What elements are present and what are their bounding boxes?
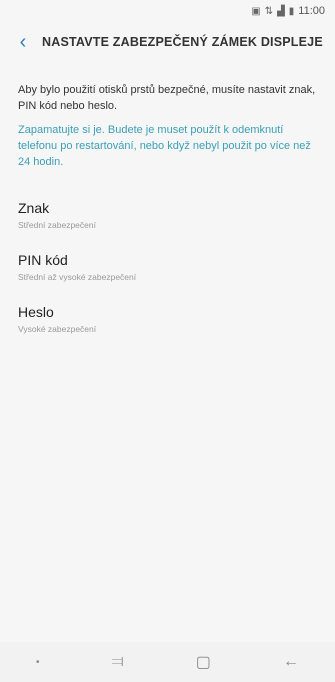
option-subtitle: Vysoké zabezpečení — [18, 324, 97, 334]
navigation-bar: • ⫤ ▢ ← — [0, 642, 335, 682]
battery-icon: ▮ — [288, 5, 295, 17]
signal-icon: ▟ — [277, 5, 285, 17]
network-icon: ⇅ — [264, 5, 274, 17]
option-heslo[interactable]: Heslo Vysoké zabezpečení — [18, 294, 317, 346]
status-time: 11:00 — [298, 5, 325, 17]
page-header: ‹ NASTAVTE ZABEZPEČENÝ ZÁMEK DISPLEJE — [0, 22, 335, 62]
status-bar: ▣ ⇅ ▟ ▮ 11:00 — [0, 0, 335, 22]
note-text: Zapamatujte si je. Budete je muset použí… — [18, 124, 311, 168]
dot-icon: • — [36, 656, 40, 668]
option-title: Heslo — [18, 304, 54, 320]
description-text: Aby bylo použití otisků prstů bezpečné, … — [18, 84, 316, 112]
home-icon[interactable]: ▢ — [196, 652, 211, 672]
back-button[interactable]: ‹ — [10, 31, 36, 54]
main-content: Aby bylo použití otisků prstů bezpečné, … — [0, 62, 335, 346]
option-title: PIN kód — [18, 252, 68, 268]
option-subtitle: Střední až vysoké zabezpečení — [18, 272, 137, 282]
option-pin[interactable]: PIN kód Střední až vysoké zabezpečení — [18, 242, 317, 294]
back-arrow-icon[interactable]: ← — [283, 653, 299, 671]
nfc-icon: ▣ — [251, 5, 261, 17]
option-znak[interactable]: Znak Střední zabezpečení — [18, 190, 317, 242]
option-subtitle: Střední zabezpečení — [18, 220, 96, 230]
recent-apps-icon[interactable]: ⫤ — [112, 653, 124, 671]
option-title: Znak — [18, 200, 50, 216]
page-title: NASTAVTE ZABEZPEČENÝ ZÁMEK DISPLEJE — [42, 35, 323, 49]
